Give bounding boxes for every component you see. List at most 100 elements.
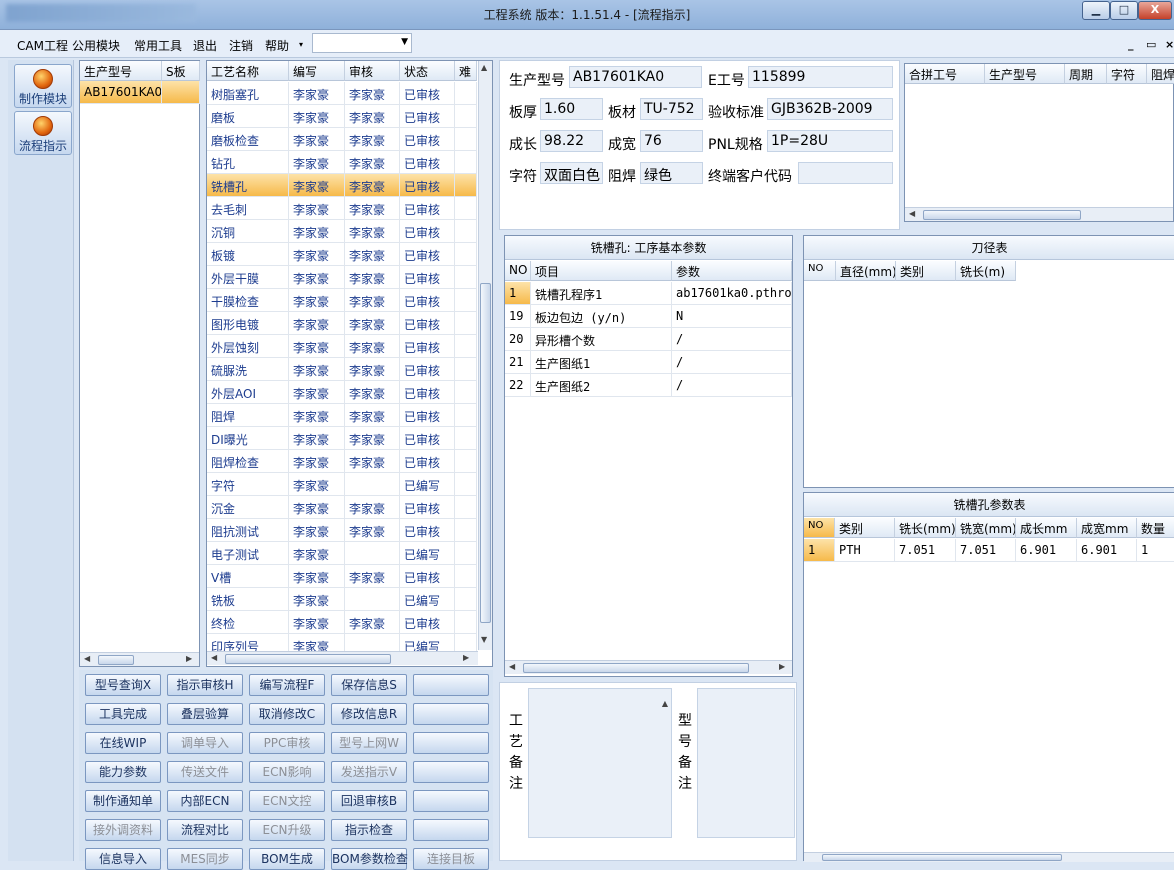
- difficulty-cell[interactable]: [455, 151, 477, 174]
- col-header-model[interactable]: 生产型号: [80, 61, 162, 81]
- col-header-mill-length[interactable]: 铣长(m): [956, 261, 1016, 281]
- author-cell[interactable]: 李家豪: [289, 358, 345, 381]
- col-header-type[interactable]: 类别: [835, 518, 895, 538]
- action-button-r0-c4[interactable]: [413, 674, 489, 696]
- process-name-cell[interactable]: 字符: [207, 473, 289, 496]
- col-header-mill-width[interactable]: 铣宽(mm): [956, 518, 1016, 538]
- action-button-r4-c3[interactable]: 回退审核B: [331, 790, 407, 812]
- action-button-r6-c1[interactable]: MES同步: [167, 848, 243, 870]
- status-cell[interactable]: 已审核: [400, 243, 455, 266]
- difficulty-cell[interactable]: [455, 381, 477, 404]
- status-cell[interactable]: 已审核: [400, 496, 455, 519]
- author-cell[interactable]: 李家豪: [289, 381, 345, 404]
- status-cell[interactable]: 已审核: [400, 312, 455, 335]
- reviewer-cell[interactable]: 李家豪: [345, 496, 400, 519]
- author-cell[interactable]: 李家豪: [289, 473, 345, 496]
- process-name-cell[interactable]: 去毛刺: [207, 197, 289, 220]
- scroll-thumb[interactable]: [225, 654, 391, 664]
- author-cell[interactable]: 李家豪: [289, 197, 345, 220]
- author-cell[interactable]: 李家豪: [289, 243, 345, 266]
- quantity-cell[interactable]: 1: [1137, 539, 1174, 562]
- process-name-cell[interactable]: V槽: [207, 565, 289, 588]
- action-button-r5-c4[interactable]: [413, 819, 489, 841]
- action-button-r6-c4[interactable]: 连接目板: [413, 848, 489, 870]
- s-board-cell[interactable]: [162, 81, 200, 104]
- author-cell[interactable]: 李家豪: [289, 174, 345, 197]
- action-button-r1-c0[interactable]: 工具完成: [85, 703, 161, 725]
- model-grid-hscroll[interactable]: ◀ ▶: [80, 652, 199, 666]
- action-button-r5-c2[interactable]: ECN升级: [249, 819, 325, 841]
- action-button-r4-c4[interactable]: [413, 790, 489, 812]
- close-button[interactable]: X: [1138, 1, 1172, 20]
- status-cell[interactable]: 已审核: [400, 611, 455, 634]
- char-field[interactable]: 双面白色: [540, 162, 603, 184]
- action-button-r1-c2[interactable]: 取消修改C: [249, 703, 325, 725]
- author-cell[interactable]: 李家豪: [289, 450, 345, 473]
- scroll-down-icon[interactable]: ▼: [481, 635, 487, 644]
- status-cell[interactable]: 已审核: [400, 404, 455, 427]
- no-cell[interactable]: 20: [505, 328, 531, 351]
- status-cell[interactable]: 已审核: [400, 289, 455, 312]
- author-cell[interactable]: 李家豪: [289, 611, 345, 634]
- col-header-no[interactable]: NO: [804, 518, 835, 538]
- difficulty-cell[interactable]: [455, 197, 477, 220]
- status-cell[interactable]: 已审核: [400, 197, 455, 220]
- process-grid-hscroll[interactable]: ◀ ▶: [207, 651, 478, 665]
- difficulty-cell[interactable]: [455, 611, 477, 634]
- process-name-cell[interactable]: 磨板: [207, 105, 289, 128]
- scroll-right-icon[interactable]: ▶: [186, 654, 192, 663]
- difficulty-cell[interactable]: [455, 105, 477, 128]
- action-button-r3-c4[interactable]: [413, 761, 489, 783]
- author-cell[interactable]: 李家豪: [289, 289, 345, 312]
- reviewer-cell[interactable]: [345, 588, 400, 611]
- reviewer-cell[interactable]: 李家豪: [345, 404, 400, 427]
- eno-field[interactable]: 115899: [748, 66, 893, 88]
- status-cell[interactable]: 已审核: [400, 427, 455, 450]
- difficulty-cell[interactable]: [455, 82, 477, 105]
- process-name-cell[interactable]: 沉金: [207, 496, 289, 519]
- mask-field[interactable]: 绿色: [640, 162, 703, 184]
- author-cell[interactable]: 李家豪: [289, 266, 345, 289]
- status-cell[interactable]: 已审核: [400, 151, 455, 174]
- type-cell[interactable]: PTH: [835, 539, 895, 562]
- difficulty-cell[interactable]: [455, 519, 477, 542]
- menu-overflow-arrow-icon[interactable]: ▾: [299, 40, 303, 49]
- model-cell[interactable]: AB17601KA0: [80, 81, 162, 104]
- params-grid-hscroll[interactable]: ◀ ▶: [505, 660, 792, 674]
- action-button-r3-c1[interactable]: 传送文件: [167, 761, 243, 783]
- process-name-cell[interactable]: DI曝光: [207, 427, 289, 450]
- action-button-r1-c1[interactable]: 叠层验算: [167, 703, 243, 725]
- process-name-cell[interactable]: 电子测试: [207, 542, 289, 565]
- item-cell[interactable]: 生产图纸1: [531, 351, 672, 374]
- menu-combo-box[interactable]: ▼: [312, 33, 412, 53]
- no-cell[interactable]: 1: [804, 539, 835, 562]
- minimize-button[interactable]: ▁: [1082, 1, 1110, 20]
- author-cell[interactable]: 李家豪: [289, 404, 345, 427]
- col-header-status[interactable]: 状态: [400, 61, 455, 81]
- scroll-thumb[interactable]: [523, 663, 749, 673]
- action-button-r3-c2[interactable]: ECN影响: [249, 761, 325, 783]
- reviewer-cell[interactable]: 李家豪: [345, 243, 400, 266]
- status-cell[interactable]: 已审核: [400, 450, 455, 473]
- model-remark-textarea[interactable]: [697, 688, 795, 838]
- menu-logout[interactable]: 注销: [229, 37, 253, 54]
- col-header-process[interactable]: 工艺名称: [207, 61, 289, 81]
- status-cell[interactable]: 已审核: [400, 220, 455, 243]
- author-cell[interactable]: 李家豪: [289, 105, 345, 128]
- nav-make-module[interactable]: 制作模块: [14, 64, 72, 108]
- status-cell[interactable]: 已审核: [400, 82, 455, 105]
- scroll-right-icon[interactable]: ▶: [779, 662, 785, 671]
- model-field[interactable]: AB17601KA0: [569, 66, 702, 88]
- process-name-cell[interactable]: 钻孔: [207, 151, 289, 174]
- author-cell[interactable]: 李家豪: [289, 335, 345, 358]
- status-cell[interactable]: 已审核: [400, 335, 455, 358]
- process-name-cell[interactable]: 干膜检查: [207, 289, 289, 312]
- difficulty-cell[interactable]: [455, 427, 477, 450]
- reviewer-cell[interactable]: 李家豪: [345, 381, 400, 404]
- col-header-type[interactable]: 类别: [896, 261, 956, 281]
- menu-common-module[interactable]: 公用模块: [72, 37, 120, 54]
- reviewer-cell[interactable]: 李家豪: [345, 312, 400, 335]
- process-name-cell[interactable]: 终检: [207, 611, 289, 634]
- difficulty-cell[interactable]: [455, 174, 477, 197]
- process-name-cell[interactable]: 阻焊检查: [207, 450, 289, 473]
